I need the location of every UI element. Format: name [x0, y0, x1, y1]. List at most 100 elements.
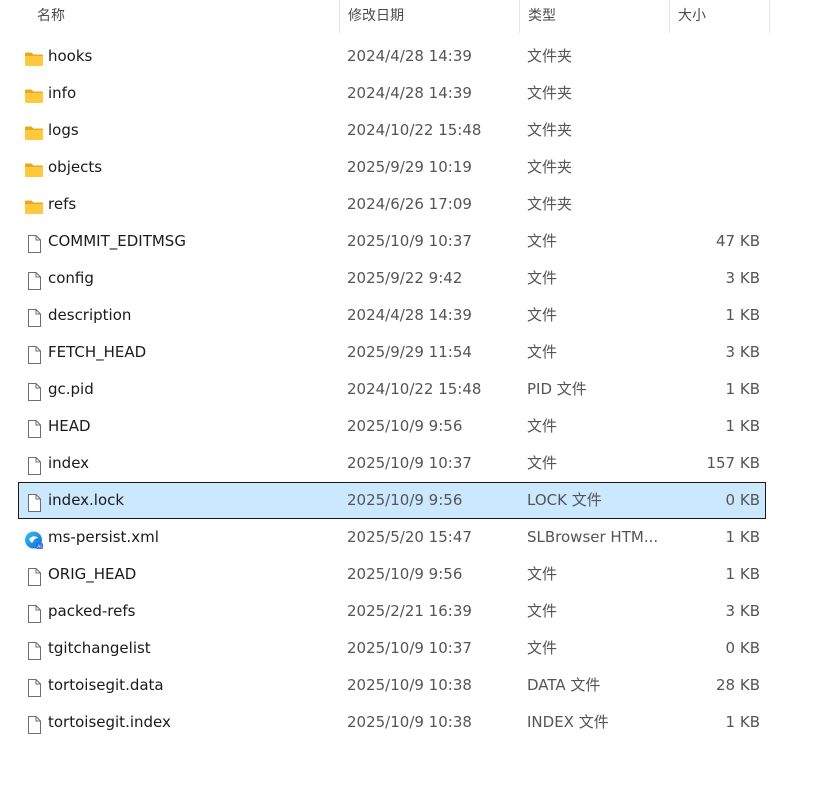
- svg-text:AI: AI: [37, 544, 41, 550]
- file-date: 2025/10/9 9:56: [347, 565, 463, 583]
- file-name: ms-persist.xml: [48, 528, 159, 546]
- file-row[interactable]: ORIG_HEAD 2025/10/9 9:56 文件 1 KB: [18, 556, 766, 593]
- file-icon: [24, 417, 44, 438]
- column-header-date[interactable]: 修改日期: [340, 0, 520, 33]
- file-date: 2025/2/21 16:39: [347, 602, 472, 620]
- file-date: 2024/10/22 15:48: [347, 121, 482, 139]
- file-date: 2025/9/29 10:19: [347, 158, 472, 176]
- sort-ascending-icon: ^: [207, 0, 215, 7]
- column-header-size-label: 大小: [678, 8, 706, 24]
- file-date: 2024/10/22 15:48: [347, 380, 482, 398]
- file-size: 3 KB: [725, 602, 760, 620]
- file-size: 157 KB: [706, 454, 760, 472]
- file-type: 文件: [527, 306, 558, 324]
- file-icon: [24, 306, 44, 327]
- file-size: 1 KB: [725, 306, 760, 324]
- file-size: 3 KB: [725, 269, 760, 287]
- file-date: 2024/4/28 14:39: [347, 47, 472, 65]
- file-row[interactable]: FETCH_HEAD 2025/9/29 11:54 文件 3 KB: [18, 334, 766, 371]
- file-size: 3 KB: [725, 343, 760, 361]
- file-date: 2025/10/9 10:37: [347, 232, 472, 250]
- file-row[interactable]: tortoisegit.data 2025/10/9 10:38 DATA 文件 28…: [18, 667, 766, 704]
- file-type: 文件: [527, 417, 558, 435]
- file-size: 0 KB: [725, 639, 760, 657]
- file-icon: [24, 232, 44, 253]
- file-row[interactable]: gc.pid 2024/10/22 15:48 PID 文件 1 KB: [18, 371, 766, 408]
- file-size: 1 KB: [725, 713, 760, 731]
- file-row[interactable]: refs 2024/6/26 17:09 文件夹: [18, 186, 766, 223]
- file-row[interactable]: objects 2025/9/29 10:19 文件夹: [18, 149, 766, 186]
- file-icon: [24, 380, 44, 401]
- folder-icon: [24, 47, 44, 67]
- file-type: 文件夹: [527, 84, 573, 102]
- file-date: 2024/4/28 14:39: [347, 84, 472, 102]
- file-date: 2025/10/9 10:38: [347, 676, 472, 694]
- file-name: index: [48, 454, 90, 472]
- file-date: 2025/5/20 15:47: [347, 528, 472, 546]
- column-header-name-label: 名称: [37, 8, 65, 24]
- file-name: gc.pid: [48, 380, 94, 398]
- file-row[interactable]: AI ms-persist.xml 2025/5/20 15:47 SLBrowser…: [18, 519, 766, 556]
- file-size: 1 KB: [725, 565, 760, 583]
- file-type: 文件: [527, 639, 558, 657]
- file-row[interactable]: packed-refs 2025/2/21 16:39 文件 3 KB: [18, 593, 766, 630]
- file-row[interactable]: tgitchangelist 2025/10/9 10:37 文件 0 KB: [18, 630, 766, 667]
- file-type: 文件: [527, 269, 558, 287]
- file-date: 2024/4/28 14:39: [347, 306, 472, 324]
- column-header-name[interactable]: 名称 ^: [29, 0, 340, 33]
- file-row[interactable]: info 2024/4/28 14:39 文件夹: [18, 75, 766, 112]
- file-type: 文件夹: [527, 47, 573, 65]
- file-name: tortoisegit.index: [48, 713, 171, 731]
- folder-icon: [24, 121, 44, 141]
- file-date: 2025/9/22 9:42: [347, 269, 463, 287]
- file-type: INDEX 文件: [527, 713, 609, 731]
- file-row[interactable]: hooks 2024/4/28 14:39 文件夹: [18, 38, 766, 75]
- file-row[interactable]: logs 2024/10/22 15:48 文件夹: [18, 112, 766, 149]
- file-date: 2024/6/26 17:09: [347, 195, 472, 213]
- file-type: 文件: [527, 454, 558, 472]
- file-row[interactable]: HEAD 2025/10/9 9:56 文件 1 KB: [18, 408, 766, 445]
- file-type: 文件: [527, 343, 558, 361]
- folder-icon: [24, 84, 44, 104]
- file-row[interactable]: tortoisegit.index 2025/10/9 10:38 INDEX 文件…: [18, 704, 766, 741]
- file-name: description: [48, 306, 132, 324]
- file-name: info: [48, 84, 77, 102]
- file-type: 文件: [527, 565, 558, 583]
- folder-icon: [24, 158, 44, 178]
- file-name: logs: [48, 121, 79, 139]
- file-row[interactable]: config 2025/9/22 9:42 文件 3 KB: [18, 260, 766, 297]
- file-date: 2025/10/9 10:37: [347, 454, 472, 472]
- file-size: 28 KB: [716, 676, 760, 694]
- folder-icon: [24, 195, 44, 215]
- file-row[interactable]: COMMIT_EDITMSG 2025/10/9 10:37 文件 47 KB: [18, 223, 766, 260]
- column-header-type-label: 类型: [528, 8, 556, 24]
- file-name: tortoisegit.data: [48, 676, 164, 694]
- column-header-size[interactable]: 大小: [670, 0, 770, 33]
- file-name: index.lock: [48, 491, 125, 509]
- file-name: packed-refs: [48, 602, 136, 620]
- file-size: 1 KB: [725, 417, 760, 435]
- file-row[interactable]: index 2025/10/9 10:37 文件 157 KB: [18, 445, 766, 482]
- column-header-type[interactable]: 类型: [520, 0, 670, 33]
- file-type: LOCK 文件: [527, 491, 602, 509]
- file-type: 文件: [527, 602, 558, 620]
- file-icon: [24, 491, 44, 512]
- file-date: 2025/10/9 10:37: [347, 639, 472, 657]
- file-row[interactable]: description 2024/4/28 14:39 文件 1 KB: [18, 297, 766, 334]
- file-icon: [24, 269, 44, 290]
- file-size: 1 KB: [725, 380, 760, 398]
- file-type: SLBrowser HTM...: [527, 528, 659, 546]
- file-icon: [24, 602, 44, 623]
- browser-icon: AI: [24, 528, 44, 550]
- file-name: COMMIT_EDITMSG: [48, 232, 186, 250]
- file-icon: [24, 454, 44, 475]
- file-row[interactable]: index.lock 2025/10/9 9:56 LOCK 文件 0 KB: [18, 482, 766, 519]
- file-type: 文件: [527, 232, 558, 250]
- column-header-date-label: 修改日期: [348, 8, 404, 24]
- file-date: 2025/10/9 9:56: [347, 417, 463, 435]
- file-name: tgitchangelist: [48, 639, 151, 657]
- file-icon: [24, 713, 44, 734]
- file-name: config: [48, 269, 94, 287]
- file-type: DATA 文件: [527, 676, 601, 694]
- file-date: 2025/10/9 10:38: [347, 713, 472, 731]
